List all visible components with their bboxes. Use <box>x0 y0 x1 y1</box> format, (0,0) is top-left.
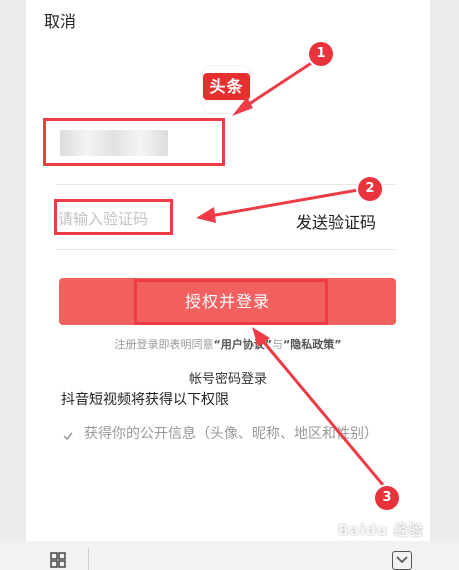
annotation-arrowhead <box>196 207 216 223</box>
annotation-arrowhead <box>252 327 270 347</box>
annotation-marker-3: 3 <box>375 486 399 510</box>
annotation-arrow <box>209 188 359 218</box>
annotation-arrowhead <box>232 97 253 116</box>
annotation-marker-1: 1 <box>309 42 333 66</box>
annotation-arrows <box>196 58 385 486</box>
annotation-arrow <box>260 339 385 486</box>
annotation-marker-2: 2 <box>358 177 382 201</box>
watermark: Baidu 经验 <box>338 523 424 539</box>
annotation-arrow <box>242 58 317 110</box>
